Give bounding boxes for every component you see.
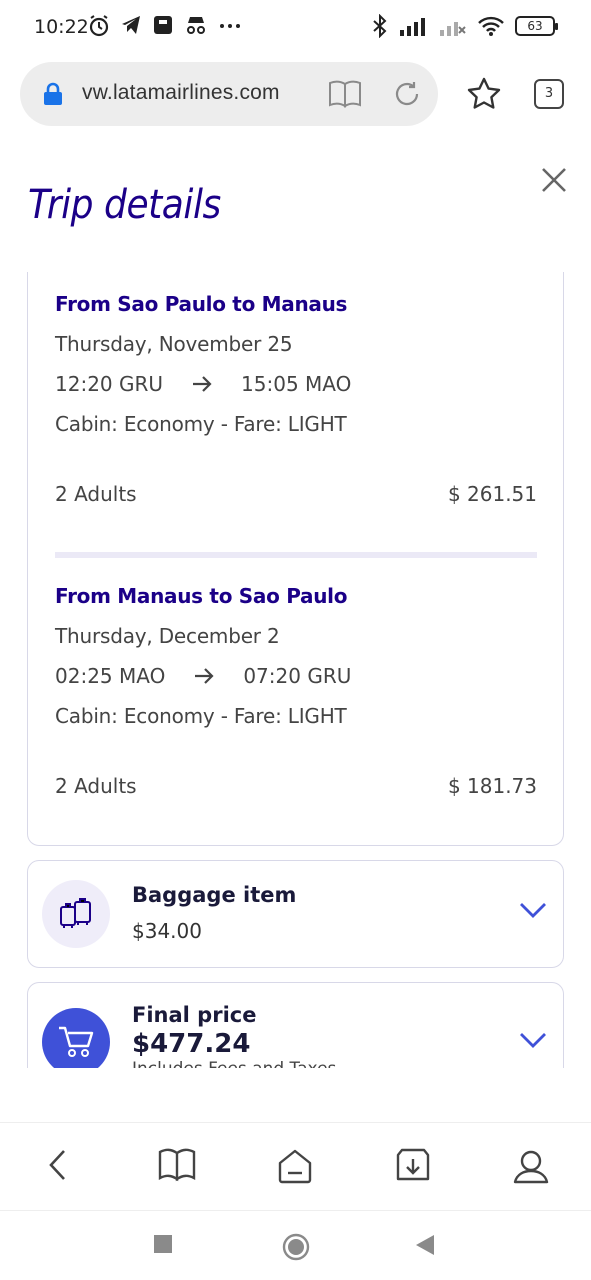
- home-button-icon[interactable]: [282, 1233, 310, 1261]
- browser-bottom-nav: [0, 1122, 591, 1210]
- recents-icon[interactable]: [152, 1233, 174, 1255]
- profile-icon[interactable]: [512, 1147, 550, 1185]
- home-icon[interactable]: [276, 1147, 314, 1185]
- system-nav-bar: [0, 1210, 591, 1280]
- chevron-down-icon[interactable]: [519, 1031, 547, 1049]
- final-price-card[interactable]: Final price $477.24 Includes Fees and Ta…: [27, 982, 564, 1068]
- reading-list-icon[interactable]: [158, 1147, 196, 1183]
- cart-icon-circle: [42, 1008, 110, 1068]
- back-icon[interactable]: [46, 1147, 70, 1183]
- downloads-icon[interactable]: [394, 1147, 432, 1183]
- final-price-title: Final price: [132, 1003, 257, 1027]
- final-price-note: Includes Fees and Taxes: [132, 1059, 336, 1068]
- sheet-scroll-clip: Final price $477.24 Includes Fees and Ta…: [0, 0, 591, 1068]
- shopping-cart-icon: [59, 1026, 94, 1057]
- final-price-amount: $477.24: [132, 1029, 251, 1059]
- back-triangle-icon[interactable]: [414, 1233, 436, 1257]
